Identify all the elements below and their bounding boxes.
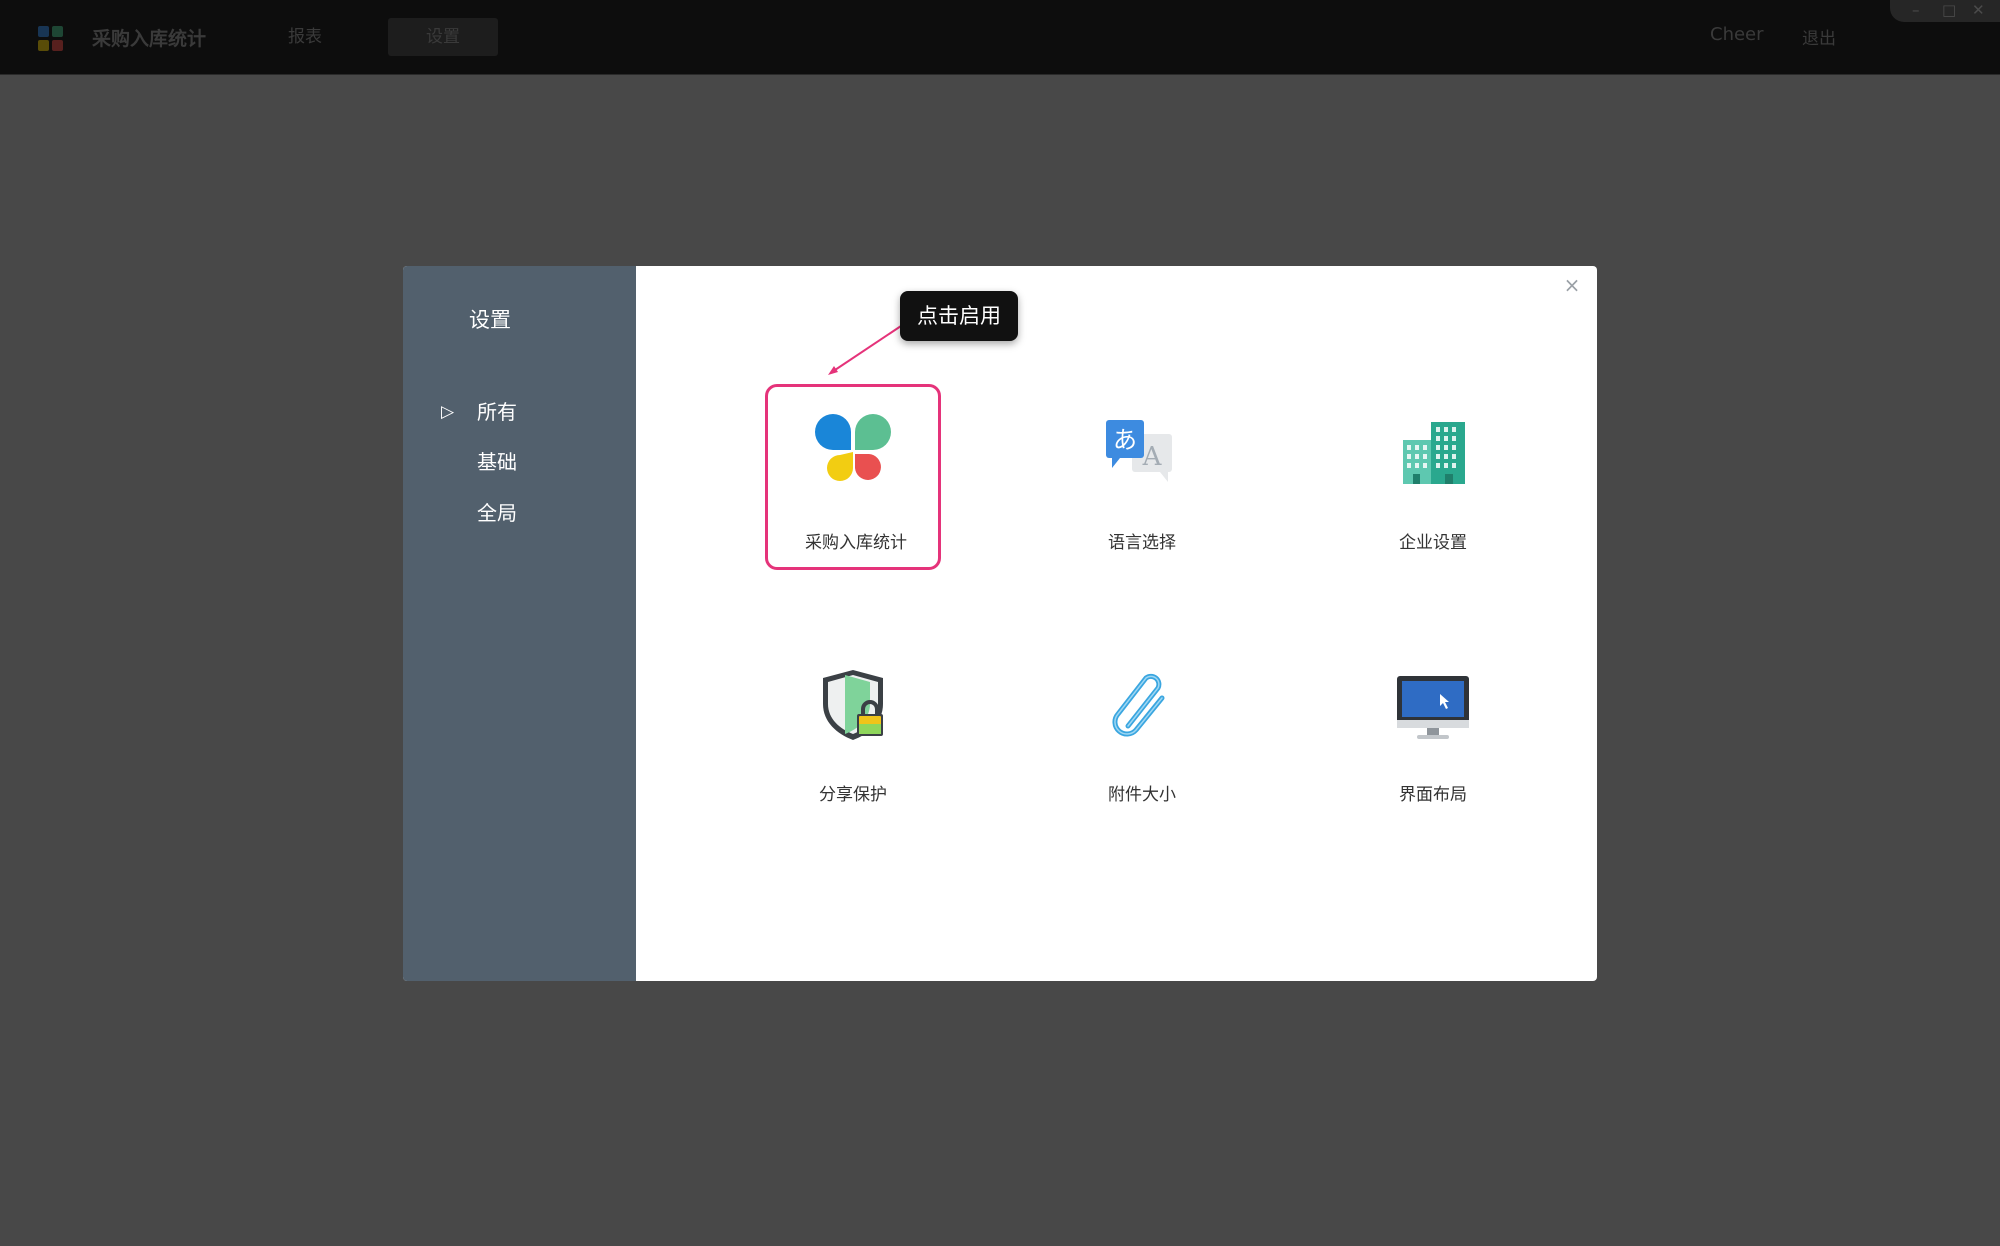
tile-label: 界面布局: [1399, 785, 1467, 805]
dialog-sidebar: 设置 ▷ 所有 基础 全局: [403, 266, 636, 981]
dialog-title: 设置: [469, 308, 511, 332]
tab-report[interactable]: 报表: [270, 18, 340, 56]
sidebar-item-all[interactable]: ▷ 所有: [441, 397, 621, 427]
triangle-right-icon: ▷: [441, 402, 455, 422]
tile-label: 分享保护: [819, 785, 887, 805]
shield-lock-icon: [823, 670, 883, 740]
minimize-icon[interactable]: –: [1912, 1, 1920, 19]
app-clover-icon: [815, 414, 891, 481]
tile-attachment-size[interactable]: 附件大小: [1054, 636, 1230, 822]
app-logo-icon: [38, 26, 63, 51]
tile-purchase-stats[interactable]: 采购入库统计: [765, 384, 941, 570]
tile-label: 采购入库统计: [805, 533, 907, 553]
language-icon: A あ: [1106, 420, 1172, 482]
tile-share-protection[interactable]: 分享保护: [765, 636, 941, 822]
building-icon: [1403, 422, 1465, 484]
sidebar-item-label: 全局: [477, 501, 517, 525]
tab-settings[interactable]: 设置: [388, 18, 498, 56]
tile-label: 企业设置: [1399, 533, 1467, 553]
sidebar-item-label: 基础: [477, 450, 517, 474]
window-close-icon[interactable]: ✕: [1972, 1, 1985, 19]
tile-language[interactable]: A あ 语言选择: [1054, 384, 1230, 570]
maximize-icon[interactable]: □: [1942, 1, 1956, 19]
app-title: 采购入库统计: [92, 28, 207, 50]
close-icon[interactable]: ×: [1561, 274, 1583, 296]
sidebar-item-global[interactable]: 全局: [441, 498, 621, 528]
monitor-icon: [1397, 676, 1469, 739]
logout-button[interactable]: 退出: [1802, 24, 1836, 49]
user-name[interactable]: Cheer: [1710, 24, 1764, 45]
window-controls: – □ ✕: [1890, 0, 2000, 22]
tile-label: 附件大小: [1108, 785, 1176, 805]
sidebar-item-basic[interactable]: 基础: [441, 447, 621, 477]
settings-dialog: 设置 ▷ 所有 基础 全局 × 采购入库统计 A あ 语言选择 企业设置 分享保…: [403, 266, 1597, 981]
top-bar: 采购入库统计 报表 设置 Cheer 退出 – □ ✕: [0, 0, 2000, 75]
app-window: 采购入库统计 报表 设置 Cheer 退出 – □ ✕ 设置 ▷ 所有 基础 全…: [0, 0, 2000, 1246]
tile-enterprise[interactable]: 企业设置: [1345, 384, 1521, 570]
tile-interface-layout[interactable]: 界面布局: [1345, 636, 1521, 822]
svg-text:A: A: [1142, 442, 1163, 472]
tile-label: 语言选择: [1108, 533, 1176, 553]
svg-text:あ: あ: [1113, 426, 1137, 454]
sidebar-item-label: 所有: [477, 400, 517, 424]
paperclip-icon: [1112, 673, 1165, 737]
callout-tooltip: 点击启用: [900, 291, 1018, 341]
